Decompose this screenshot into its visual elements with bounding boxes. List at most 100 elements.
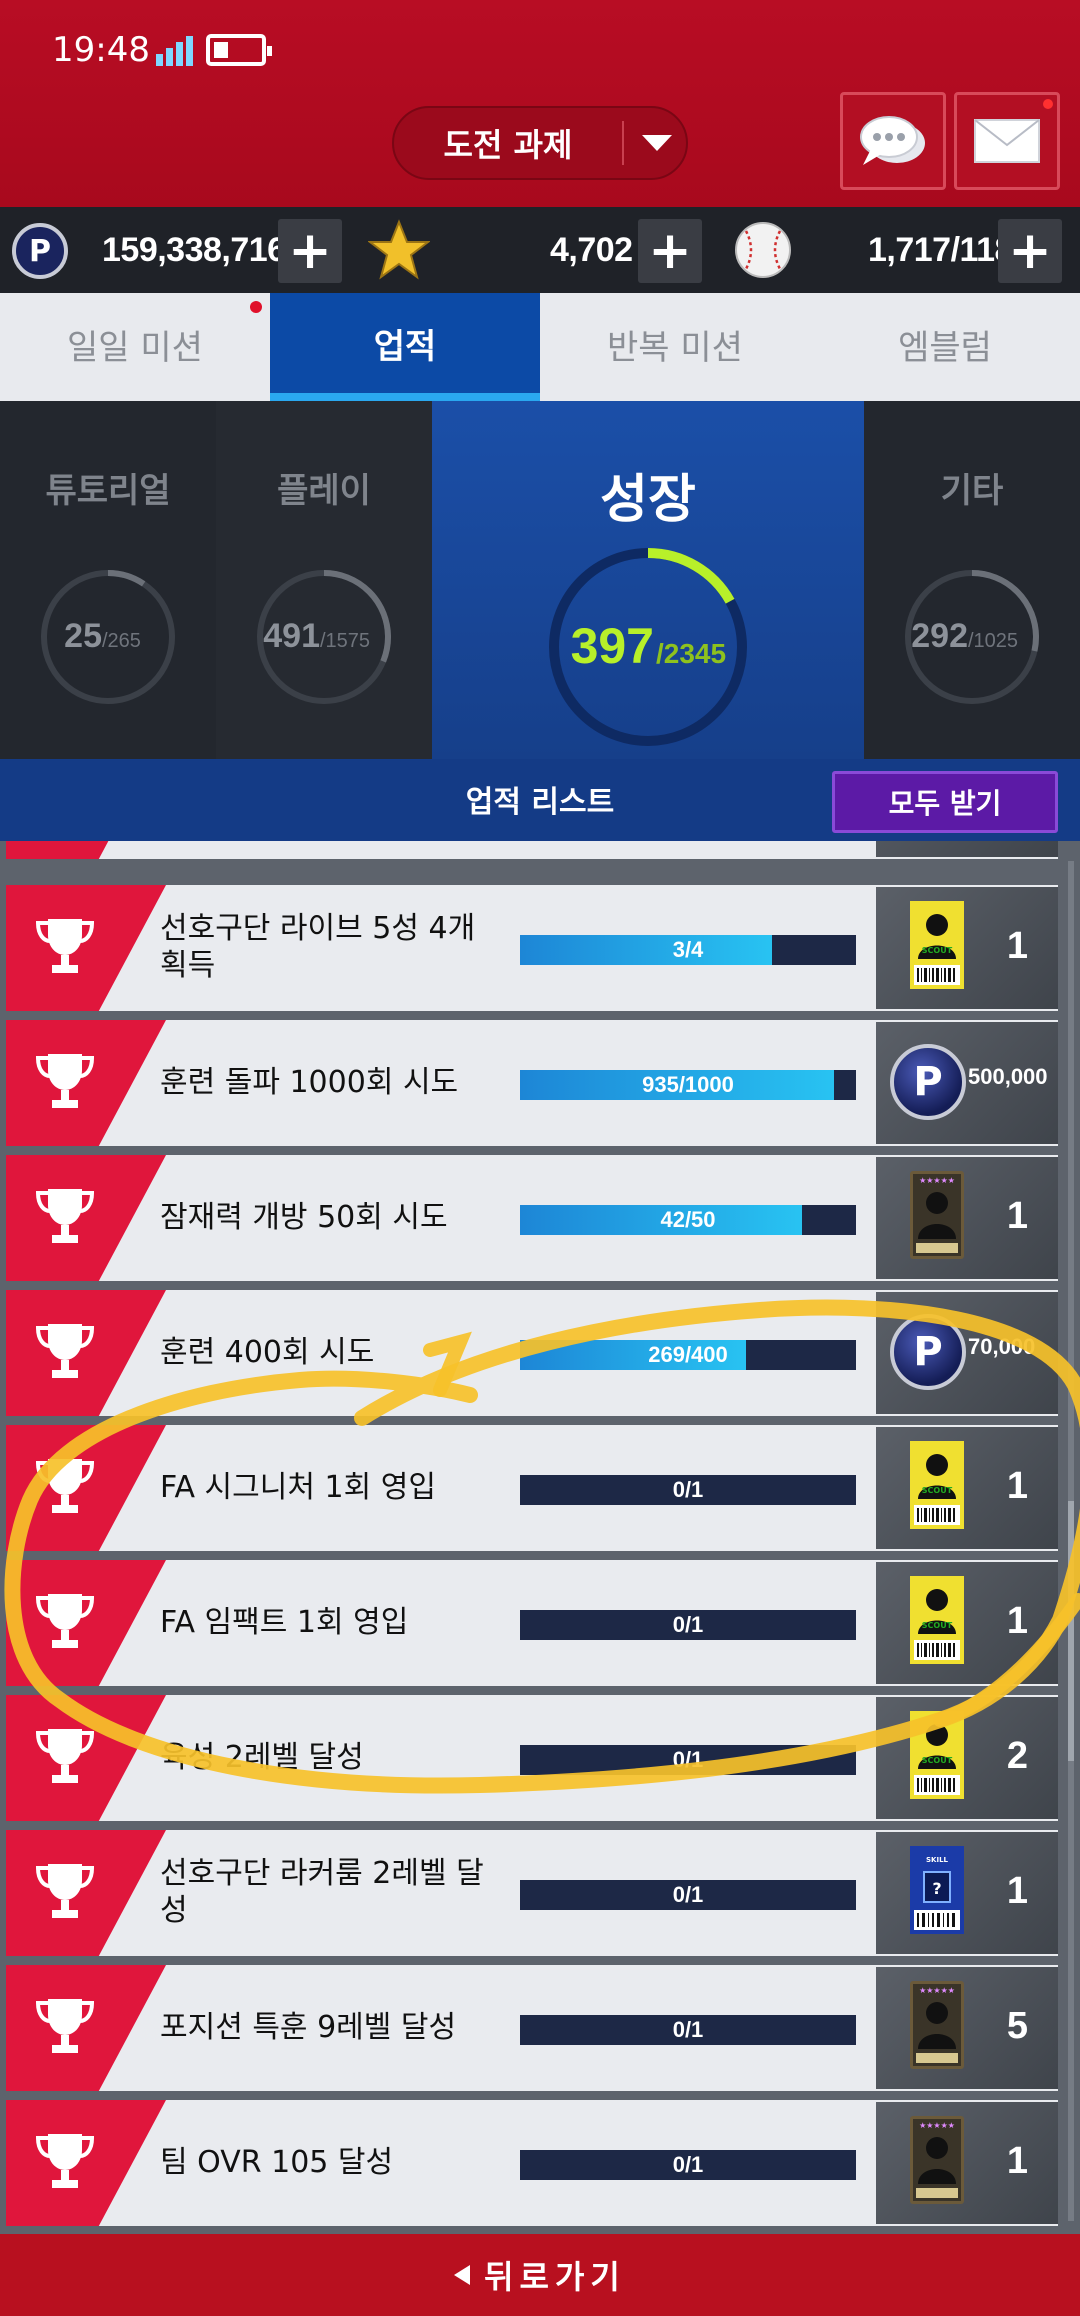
reward-box: SCOUT 1 (876, 1562, 1058, 1684)
receive-all-button[interactable]: 모두 받기 (832, 771, 1058, 833)
achievement-title: FA 임팩트 1회 영입 (160, 1604, 409, 1640)
achievement-list[interactable]: 선호구단 라이브 5성 4개 획득 3/4 SCOUT 1 훈련 돌파 1000회 시도… (0, 841, 1080, 2234)
reward-box: P 70,000 (876, 1292, 1058, 1414)
list-item[interactable]: FA 임팩트 1회 영입 0/1 SCOUT 1 (6, 1560, 1058, 1686)
battery-icon (206, 34, 272, 66)
tab-repeat-mission[interactable]: 반복 미션 (540, 293, 810, 395)
row-accent (6, 841, 166, 859)
add-stars-button[interactable]: + (638, 219, 702, 283)
list-item[interactable]: FA 시그니처 1회 영입 0/1 SCOUT 1 (6, 1425, 1058, 1551)
progress-text: 935/1000 (642, 1072, 734, 1097)
scout-ticket-icon: SCOUT (910, 901, 964, 989)
achievement-title: 팀 OVR 105 달성 (160, 2144, 394, 2180)
signal-icon (156, 36, 193, 66)
list-item-partial (6, 841, 1058, 859)
reward-box: ★★★★★ 1 (876, 1157, 1058, 1279)
category-total: /2345 (656, 638, 726, 669)
svg-text:SCOUT: SCOUT (922, 946, 953, 955)
svg-text:★★★★★: ★★★★★ (919, 1986, 955, 1995)
progress-bar: 42/50 (520, 1205, 856, 1235)
trophy-icon (32, 1858, 98, 1928)
list-item[interactable]: 잠재력 개방 50회 시도 42/50 ★★★★★ 1 (6, 1155, 1058, 1281)
tab-emblem[interactable]: 엠블럼 (810, 293, 1080, 395)
category-etc[interactable]: 기타 292 /1025 (864, 401, 1080, 759)
list-title: 업적 리스트 (465, 785, 615, 820)
list-item[interactable]: 선호구단 라이브 5성 4개 획득 3/4 SCOUT 1 (6, 885, 1058, 1011)
mail-button[interactable] (954, 92, 1060, 190)
skill-change-icon: SKILL? (910, 1846, 964, 1934)
progress-bar: 269/400 (520, 1340, 856, 1370)
list-item[interactable]: 팀 OVR 105 달성 0/1 ★★★★★ 1 (6, 2100, 1058, 2226)
progress-text: 0/1 (672, 1882, 704, 1907)
reward-box: ★★★★★ 5 (876, 1967, 1058, 2089)
progress-bar: 0/1 (520, 1475, 856, 1505)
reward-amount: 70,000 (968, 1334, 1036, 1359)
tab-label: 엠블럼 (898, 327, 992, 368)
scrollbar-thumb[interactable] (1068, 1501, 1074, 1761)
plus-icon: + (648, 221, 692, 281)
top-header: 19:48 도전 과제 (0, 0, 1080, 207)
category-play[interactable]: 플레이 491 /1575 (216, 401, 432, 759)
reward-quantity: 2 (1006, 1735, 1028, 1777)
baseball-icon (735, 222, 791, 278)
tab-bar: 일일 미션 업적 반복 미션 엠블럼 (0, 293, 1080, 401)
trophy-icon (32, 1048, 98, 1118)
chat-button[interactable] (840, 92, 946, 190)
progress-text: 0/1 (672, 2152, 704, 2177)
currency-bar: P 159,338,716 + 4,702 + 1,717/118 + (0, 207, 1080, 293)
list-item[interactable]: 훈련 400회 시도 269/400 P 70,000 (6, 1290, 1058, 1416)
reward-quantity: 1 (1006, 925, 1028, 967)
add-points-button[interactable]: + (278, 219, 342, 283)
svg-text:SCOUT: SCOUT (922, 1756, 953, 1765)
progress-ring: 491 /1575 (257, 570, 391, 704)
category-tutorial[interactable]: 튜토리얼 25 /265 (0, 401, 216, 759)
plus-icon: + (1008, 221, 1052, 281)
enhance-card-icon: ★★★★★ (910, 1981, 964, 2069)
balls-amount-wrap: 1,717/118 (868, 207, 1013, 293)
category-label: 기타 (940, 471, 1004, 511)
tab-daily-mission[interactable]: 일일 미션 (0, 293, 270, 395)
divider (622, 121, 624, 165)
achievement-title: 훈련 400회 시도 (160, 1334, 375, 1370)
progress-ring: 25 /265 (41, 570, 175, 704)
progress-bar: 0/1 (520, 1745, 856, 1775)
category-value: 491 (263, 617, 320, 655)
progress-text: 0/1 (672, 1477, 704, 1502)
list-item[interactable]: 선호구단 라커룸 2레벨 달성 0/1 SKILL? 1 (6, 1830, 1058, 1956)
reward-box: P 500,000 (876, 1022, 1058, 1144)
svg-text:SCOUT: SCOUT (922, 1486, 953, 1495)
star-icon (368, 219, 430, 280)
enhance-card-icon: ★★★★★ (910, 1171, 964, 1259)
achievement-title: 선호구단 라이브 5성 4개 획득 (160, 911, 476, 983)
scout-ticket-icon: SCOUT (910, 1711, 964, 1799)
svg-text:★★★★★: ★★★★★ (919, 2121, 955, 2130)
notification-dot (1043, 99, 1053, 109)
category-value: 25 (64, 617, 102, 655)
tab-label: 업적 (373, 326, 437, 367)
list-item[interactable]: 훈련 돌파 1000회 시도 935/1000 P 500,000 (6, 1020, 1058, 1146)
list-item[interactable]: 육성 2레벨 달성 0/1 SCOUT 2 (6, 1695, 1058, 1821)
category-total: /1575 (320, 630, 370, 652)
chevron-down-icon (642, 135, 672, 151)
progress-bar: 0/1 (520, 1610, 856, 1640)
challenge-dropdown[interactable]: 도전 과제 (392, 106, 688, 180)
add-balls-button[interactable]: + (998, 219, 1062, 283)
back-button[interactable]: 뒤로가기 (0, 2234, 1080, 2316)
category-label: 플레이 (277, 471, 371, 511)
envelope-icon (974, 119, 1040, 163)
category-growth[interactable]: 성장 397 /2345 (432, 401, 864, 759)
points-amount: 159,338,716 (102, 230, 286, 269)
category-total: /265 (102, 630, 141, 652)
trophy-icon (32, 913, 98, 983)
svg-text:?: ? (932, 1879, 941, 1898)
reward-box: ★★★★★ 1 (876, 2102, 1058, 2224)
points-amount-wrap: 159,338,716 (102, 207, 286, 293)
progress-bar: 0/1 (520, 1880, 856, 1910)
tab-achievements[interactable]: 업적 (270, 293, 540, 401)
svg-text:SCOUT: SCOUT (922, 1621, 953, 1630)
achievement-title: 잠재력 개방 50회 시도 (160, 1199, 448, 1235)
points-coin-icon: P (12, 223, 68, 279)
svg-text:★★★★★: ★★★★★ (919, 1176, 955, 1185)
list-item[interactable]: 포지션 특훈 9레벨 달성 0/1 ★★★★★ 5 (6, 1965, 1058, 2091)
progress-ring: 292 /1025 (905, 570, 1039, 704)
